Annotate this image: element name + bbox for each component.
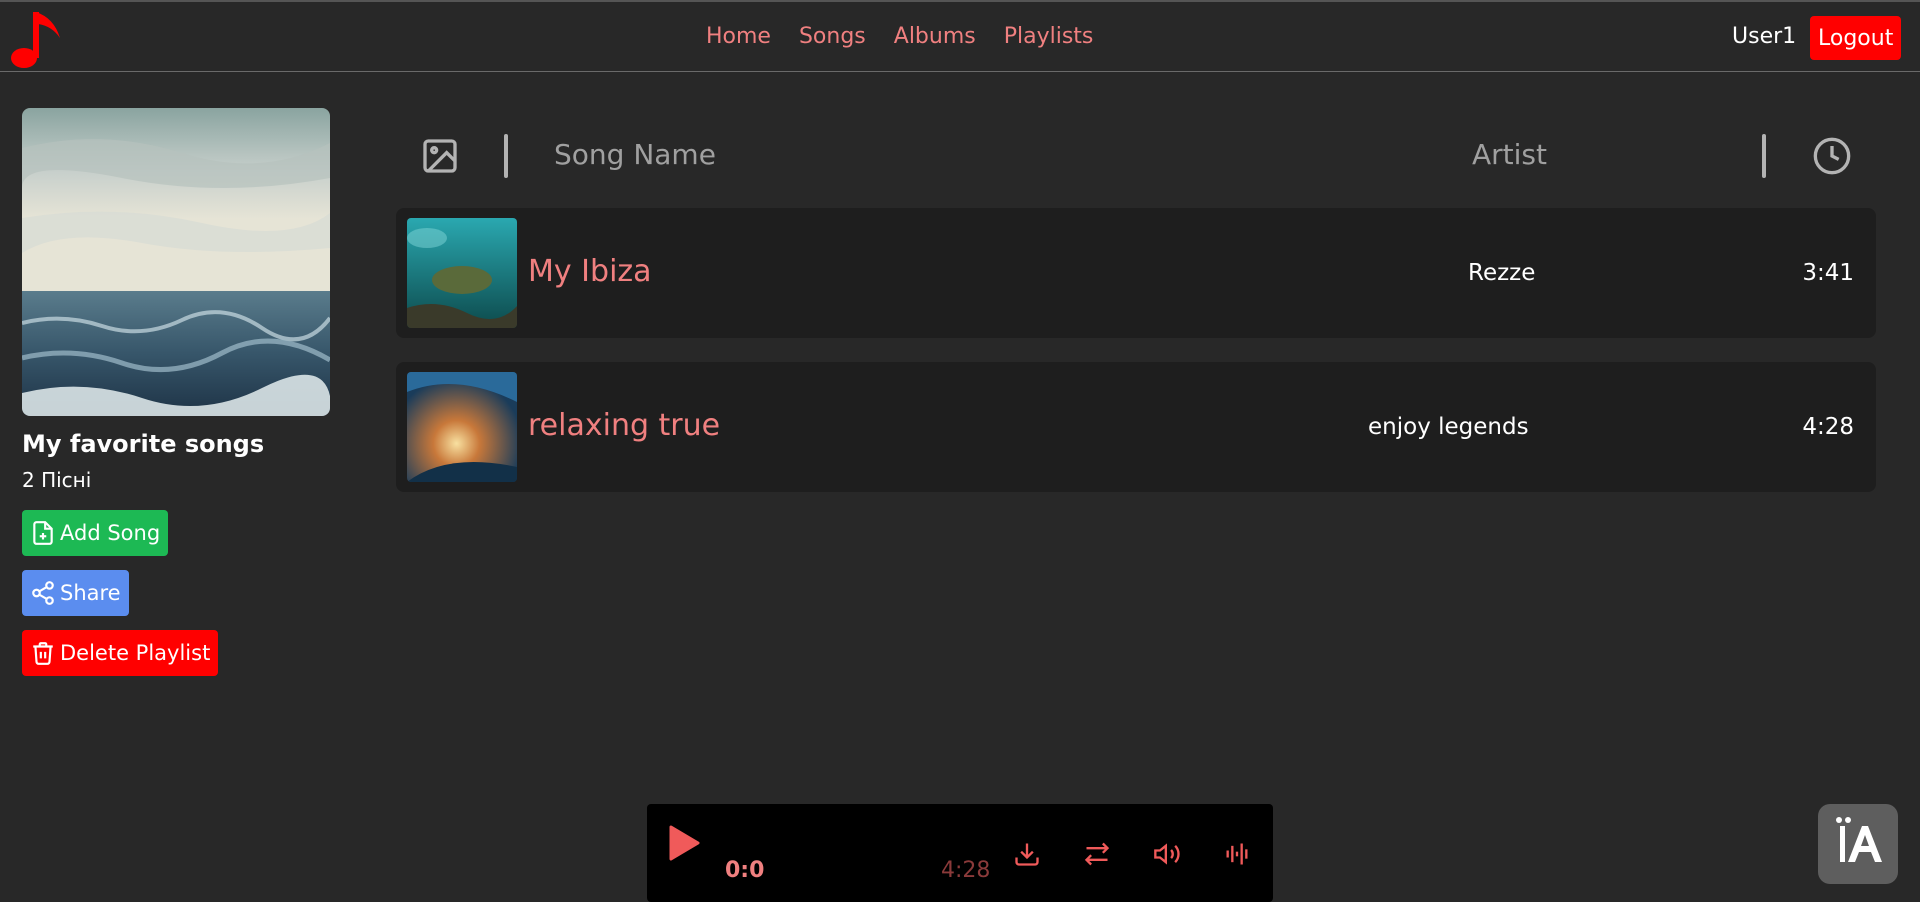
total-time: 4:28: [941, 858, 991, 883]
trash-icon: [33, 642, 53, 665]
add-song-button[interactable]: Add Song: [22, 510, 169, 556]
playlist-cover-image: [22, 108, 330, 416]
image-icon: [423, 139, 457, 173]
volume-icon[interactable]: [1153, 840, 1181, 868]
playlist-title: My favorite songs: [22, 430, 265, 458]
file-plus-icon: [33, 521, 53, 545]
username: User1: [1732, 24, 1797, 49]
song-artist: enjoy legends: [1368, 414, 1529, 440]
top-navbar: Home Songs Albums Playlists User1 Logout: [0, 0, 1920, 72]
column-song-name: Song Name: [554, 138, 716, 171]
song-thumbnail: [407, 372, 517, 482]
song-row[interactable]: My Ibiza Rezze 3:41: [396, 208, 1876, 338]
waveform-icon[interactable]: [1223, 840, 1251, 868]
nav-albums-link[interactable]: Albums: [894, 24, 976, 49]
song-title[interactable]: relaxing true: [528, 408, 720, 443]
delete-playlist-button[interactable]: Delete Playlist: [22, 630, 219, 676]
song-thumbnail: [407, 218, 517, 328]
column-divider: [504, 134, 508, 178]
logout-button[interactable]: Logout: [1810, 16, 1902, 60]
translate-widget[interactable]: [1818, 804, 1898, 884]
play-icon[interactable]: [667, 824, 701, 862]
share-button[interactable]: Share: [22, 570, 129, 616]
delete-playlist-label: Delete Playlist: [60, 641, 211, 665]
column-artist: Artist: [1472, 138, 1547, 171]
current-time: 0:0: [725, 858, 765, 883]
share-icon: [32, 581, 54, 605]
song-row[interactable]: relaxing true enjoy legends 4:28: [396, 362, 1876, 492]
nav-songs-link[interactable]: Songs: [799, 24, 866, 49]
share-label: Share: [60, 581, 121, 605]
download-icon[interactable]: [1013, 840, 1041, 868]
playlist-song-count: 2 Пісні: [22, 468, 92, 492]
audio-player: 0:0 4:28: [647, 804, 1273, 902]
repeat-icon[interactable]: [1083, 840, 1111, 868]
song-title[interactable]: My Ibiza: [528, 254, 652, 289]
translate-icon: [1836, 817, 1882, 862]
nav-home-link[interactable]: Home: [706, 24, 771, 49]
music-note-icon[interactable]: [8, 8, 62, 70]
song-table-header: Song Name Artist: [396, 130, 1876, 186]
add-song-label: Add Song: [60, 521, 161, 545]
nav-playlists-link[interactable]: Playlists: [1004, 24, 1094, 49]
main-nav: Home Songs Albums Playlists: [706, 24, 1093, 49]
song-duration: 3:41: [1802, 260, 1854, 286]
song-duration: 4:28: [1802, 414, 1854, 440]
song-artist: Rezze: [1468, 260, 1536, 286]
column-divider: [1762, 134, 1766, 178]
clock-icon: [1813, 137, 1851, 175]
